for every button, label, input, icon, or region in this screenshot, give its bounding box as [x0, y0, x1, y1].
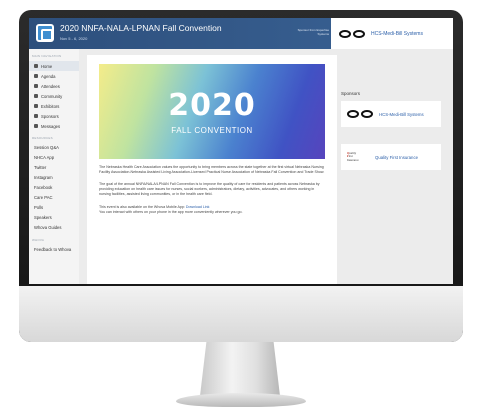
app-text-2: You can interact with others on your pho…: [99, 210, 243, 214]
sponsor-name: HCS-Medi-Bill Systems: [379, 111, 424, 117]
top-header: 2020 NNFA-NALA-LPNAN Fall Convention Nov…: [29, 18, 453, 49]
banner-subtitle: FALL CONVENTION: [171, 126, 253, 135]
intro-paragraph: The Nebraska Health Care Association val…: [99, 165, 325, 174]
sidebar-item-label: Exhibitors: [41, 103, 60, 109]
sponsor-card-quality-first[interactable]: Quality First Insurance Quality First Insu…: [341, 144, 441, 170]
sidebar-item-label: Sponsors: [41, 113, 59, 119]
building-icon: [34, 104, 38, 108]
hcs-logo-icon: [339, 29, 365, 38]
header-ad-label: HCS-Medi-Bill Systems: [371, 30, 423, 37]
monitor-stand-neck: [200, 342, 280, 396]
main-content: 2020 FALL CONVENTION The Nebraska Health…: [79, 49, 453, 284]
home-icon: [34, 64, 38, 68]
sidebar: MAIN NAVIGATION Home Agenda Attendees Co…: [29, 49, 79, 284]
app-paragraph: This event is also available on the Whov…: [99, 205, 325, 215]
badge-icon: [34, 114, 38, 118]
sidebar-link-care-pac[interactable]: Care PAC: [29, 193, 79, 203]
sidebar-section-resources: RESOURCES: [32, 136, 53, 140]
sidebar-item-messages[interactable]: Messages: [29, 121, 79, 131]
app-logo-icon[interactable]: [36, 24, 54, 42]
sidebar-link-speakers[interactable]: Speakers: [29, 213, 79, 223]
chat-icon: [34, 94, 38, 98]
sidebar-item-community[interactable]: Community: [29, 91, 79, 101]
sidebar-item-label: Community: [41, 93, 63, 99]
sidebar-link-twitter[interactable]: Twitter: [29, 163, 79, 173]
banner-year: 2020: [168, 88, 256, 123]
sidebar-link-whova-guides[interactable]: Whova Guides: [29, 223, 79, 233]
hcs-logo-icon: [347, 110, 373, 118]
people-icon: [34, 84, 38, 88]
sidebar-link-facebook[interactable]: Facebook: [29, 183, 79, 193]
sidebar-item-label: Attendees: [41, 83, 60, 89]
convention-banner: 2020 FALL CONVENTION: [99, 64, 325, 159]
sidebar-item-label: Agenda: [41, 73, 56, 79]
sidebar-link-instagram[interactable]: Instagram: [29, 173, 79, 183]
event-title: 2020 NNFA-NALA-LPNAN Fall Convention: [60, 23, 222, 33]
sidebar-link-session-qa[interactable]: Session Q&A: [29, 143, 79, 153]
sidebar-section-main: MAIN NAVIGATION: [32, 54, 62, 58]
monitor-stand-foot: [176, 393, 306, 407]
screen: 2020 NNFA-NALA-LPNAN Fall Convention Nov…: [29, 18, 453, 284]
sidebar-link-polls[interactable]: Polls: [29, 203, 79, 213]
header-sponsor-ad[interactable]: HCS-Medi-Bill Systems: [331, 18, 453, 49]
sidebar-link-nhca-app[interactable]: NHCA App: [29, 153, 79, 163]
event-dates: Nov 5 - 6, 2020: [60, 36, 88, 41]
app-text: This event is also available on the Whov…: [99, 205, 185, 209]
sponsor-name: Quality First Insurance: [375, 154, 418, 160]
sidebar-item-agenda[interactable]: Agenda: [29, 71, 79, 81]
sidebar-item-home[interactable]: Home: [29, 61, 79, 71]
sponsor-note: Sponsor from Expertise Systems: [297, 28, 329, 36]
sidebar-item-label: Home: [41, 63, 53, 69]
download-link[interactable]: Download Link: [186, 205, 210, 209]
sidebar-item-sponsors[interactable]: Sponsors: [29, 111, 79, 121]
sponsors-title: Sponsors: [341, 91, 361, 96]
sidebar-section-whova: WHOVA: [32, 238, 45, 242]
envelope-icon: [34, 124, 38, 128]
quality-first-logo-icon: Quality First Insurance: [347, 150, 359, 162]
sidebar-item-label: Messages: [41, 123, 61, 129]
goal-paragraph: The goal of the annual NNFA/NALA/LPNAN F…: [99, 182, 320, 196]
sidebar-item-attendees[interactable]: Attendees: [29, 81, 79, 91]
sidebar-item-exhibitors[interactable]: Exhibitors: [29, 101, 79, 111]
sidebar-link-feedback[interactable]: Feedback to Whova: [29, 245, 79, 255]
calendar-icon: [34, 74, 38, 78]
sponsor-card-hcs[interactable]: HCS-Medi-Bill Systems: [341, 101, 441, 127]
content-card: 2020 FALL CONVENTION The Nebraska Health…: [87, 55, 337, 284]
monitor-chin: [19, 286, 463, 342]
